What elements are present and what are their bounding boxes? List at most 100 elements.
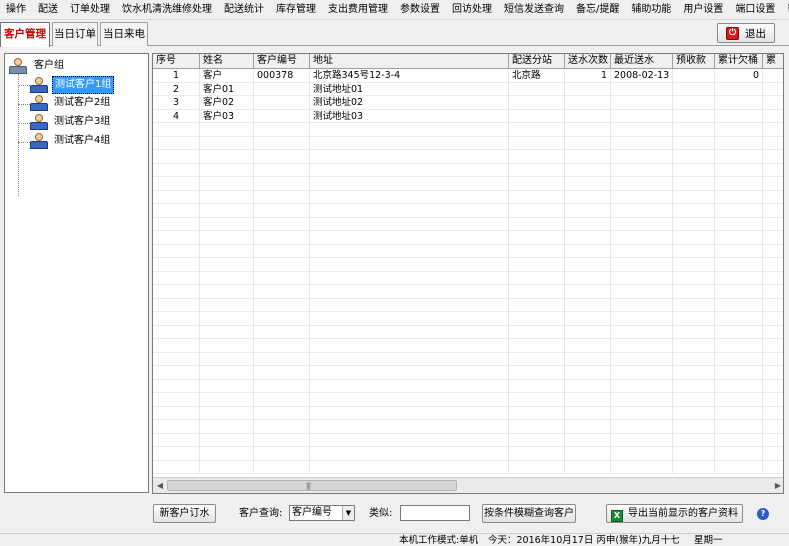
- empty-row[interactable]: [153, 190, 783, 204]
- tree-node-group-3[interactable]: 测试客户3组: [29, 114, 112, 130]
- table-cell: [673, 190, 715, 204]
- empty-row[interactable]: [153, 339, 783, 353]
- table-cell: [611, 339, 673, 353]
- empty-row[interactable]: [153, 136, 783, 150]
- menu-item-12[interactable]: 用户设置: [677, 0, 729, 19]
- empty-row[interactable]: [153, 244, 783, 258]
- table-cell: [611, 366, 673, 380]
- empty-row[interactable]: [153, 393, 783, 407]
- menu-item-8[interactable]: 回访处理: [446, 0, 498, 19]
- customer-group-tree[interactable]: 客户组 测试客户1组 测试客户2组 测试客户3组 测试客户4组: [4, 53, 149, 493]
- menu-item-0[interactable]: 操作: [0, 0, 32, 19]
- table-cell: [673, 352, 715, 366]
- table-cell: [509, 339, 565, 353]
- chevron-down-icon[interactable]: ▼: [342, 506, 354, 520]
- table-cell: [763, 96, 783, 110]
- empty-row[interactable]: [153, 433, 783, 447]
- empty-row[interactable]: [153, 150, 783, 164]
- table-cell: [200, 352, 254, 366]
- table-cell: [153, 339, 200, 353]
- table-cell: [509, 163, 565, 177]
- column-header[interactable]: 地址: [310, 54, 509, 69]
- scroll-left-icon[interactable]: ◀: [153, 479, 167, 493]
- tree-node-group-4[interactable]: 测试客户4组: [29, 133, 112, 149]
- menu-item-11[interactable]: 辅助功能: [625, 0, 677, 19]
- table-cell: [509, 258, 565, 272]
- empty-row[interactable]: [153, 352, 783, 366]
- menu-item-13[interactable]: 端口设置: [729, 0, 781, 19]
- empty-row[interactable]: [153, 325, 783, 339]
- tree-root[interactable]: 客户组: [8, 58, 66, 74]
- empty-row[interactable]: [153, 204, 783, 218]
- column-header[interactable]: 送水次数: [565, 54, 611, 69]
- menu-item-6[interactable]: 支出费用管理: [322, 0, 394, 19]
- menu-item-10[interactable]: 备忘/提醒: [570, 0, 625, 19]
- menu-item-14[interactable]: 帮助: [781, 0, 789, 19]
- empty-row[interactable]: [153, 231, 783, 245]
- grid-body[interactable]: 1 客户 000378 北京路345号12-3-4 北京路 1 2008-02-13 0 2 客户…: [153, 69, 783, 478]
- column-header[interactable]: 累: [763, 54, 783, 69]
- table-cell: [200, 406, 254, 420]
- tab-customer-management[interactable]: 客户管理: [0, 22, 50, 47]
- column-header[interactable]: 序号: [153, 54, 200, 69]
- table-row[interactable]: 1 客户 000378 北京路345号12-3-4 北京路 1 2008-02-13 0: [153, 69, 783, 83]
- empty-row[interactable]: [153, 406, 783, 420]
- table-cell: [153, 231, 200, 245]
- table-cell: [310, 447, 509, 461]
- help-icon[interactable]: ?: [757, 508, 769, 520]
- table-cell: [763, 434, 783, 447]
- scroll-right-icon[interactable]: ▶: [771, 479, 783, 493]
- column-header[interactable]: 客户编号: [254, 54, 310, 69]
- empty-row[interactable]: [153, 271, 783, 285]
- table-cell: [509, 271, 565, 285]
- menu-item-2[interactable]: 订单处理: [64, 0, 116, 19]
- column-header[interactable]: 配送分站: [509, 54, 565, 69]
- export-button[interactable]: X 导出当前显示的客户资料: [606, 504, 743, 523]
- empty-row[interactable]: [153, 447, 783, 461]
- query-field-select[interactable]: 客户编号 ▼: [289, 505, 355, 521]
- empty-row[interactable]: [153, 312, 783, 326]
- exit-button[interactable]: ⏻ 退出: [717, 23, 775, 43]
- column-header[interactable]: 预收款: [673, 54, 715, 69]
- column-header[interactable]: 最近送水: [611, 54, 673, 69]
- empty-row[interactable]: [153, 460, 783, 474]
- table-row[interactable]: 2 客户01 测试地址01: [153, 82, 783, 96]
- scroll-thumb[interactable]: |||: [167, 480, 457, 491]
- weekday-status: 星期一: [694, 535, 723, 546]
- menu-item-7[interactable]: 参数设置: [394, 0, 446, 19]
- empty-row[interactable]: [153, 379, 783, 393]
- table-cell: [254, 285, 310, 299]
- horizontal-scrollbar[interactable]: ◀ ||| ▶: [153, 477, 783, 493]
- empty-row[interactable]: [153, 366, 783, 380]
- table-cell: [715, 177, 763, 191]
- tab-today-calls[interactable]: 当日来电: [100, 22, 148, 46]
- empty-row[interactable]: [153, 258, 783, 272]
- menu-item-5[interactable]: 库存管理: [270, 0, 322, 19]
- empty-row[interactable]: [153, 177, 783, 191]
- customer-group-icon: [29, 133, 49, 149]
- tree-node-group-1[interactable]: 测试客户1组: [29, 76, 115, 94]
- table-row[interactable]: 3 客户02 测试地址02: [153, 96, 783, 110]
- table-cell: [310, 271, 509, 285]
- table-row[interactable]: 4 客户03 测试地址03: [153, 109, 783, 123]
- empty-row[interactable]: [153, 298, 783, 312]
- customer-grid[interactable]: 序号 姓名 客户编号 地址 配送分站 送水次数 最近送水 预收款 累计欠桶累 1 客户 000378…: [152, 53, 784, 494]
- empty-row[interactable]: [153, 285, 783, 299]
- table-cell: [673, 82, 715, 96]
- menu-item-4[interactable]: 配送统计: [218, 0, 270, 19]
- menu-item-1[interactable]: 配送: [32, 0, 64, 19]
- new-customer-order-button[interactable]: 新客户订水: [153, 504, 216, 523]
- empty-row[interactable]: [153, 420, 783, 434]
- column-header[interactable]: 姓名: [200, 54, 254, 69]
- customer-query-label: 客户查询:: [239, 508, 283, 519]
- empty-row[interactable]: [153, 123, 783, 137]
- tab-today-orders[interactable]: 当日订单: [52, 22, 98, 46]
- empty-row[interactable]: [153, 217, 783, 231]
- tree-node-group-2[interactable]: 测试客户2组: [29, 95, 112, 111]
- empty-row[interactable]: [153, 163, 783, 177]
- column-header[interactable]: 累计欠桶: [715, 54, 763, 69]
- similar-input[interactable]: [400, 505, 470, 521]
- menu-item-9[interactable]: 短信发送查询: [498, 0, 570, 19]
- menu-item-3[interactable]: 饮水机清洗维修处理: [116, 0, 218, 19]
- fuzzy-query-button[interactable]: 按条件模糊查询客户: [482, 504, 576, 523]
